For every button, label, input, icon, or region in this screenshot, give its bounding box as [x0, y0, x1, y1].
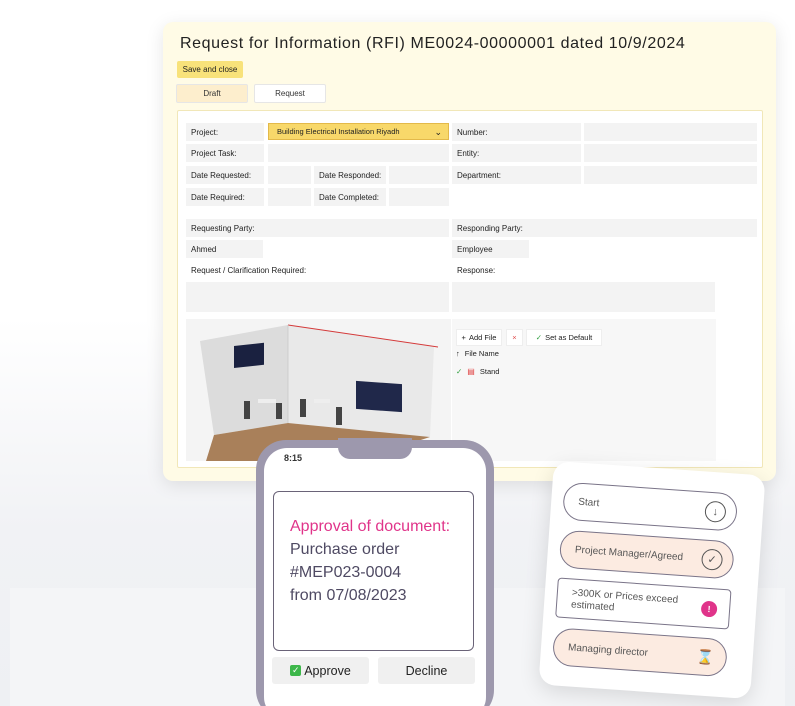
approval-message-card: Approval of document: Purchase order #ME…	[273, 491, 474, 651]
file-row[interactable]: ✓ ▤ Stand	[456, 367, 499, 376]
step-label: Project Manager/Agreed	[574, 544, 684, 563]
phone-mockup: 8:15 Approval of document: Purchase orde…	[256, 438, 494, 706]
date-requested-label: Date Requested:	[186, 166, 264, 184]
sort-arrow-icon: ↑	[456, 349, 460, 358]
workflow-step-project-manager[interactable]: Project Manager/Agreed ✓	[558, 529, 735, 580]
check-icon: ✓	[535, 333, 543, 342]
add-file-label: Add File	[468, 333, 497, 342]
response-textarea[interactable]	[452, 282, 715, 312]
save-and-close-button[interactable]: Save and close	[177, 61, 243, 78]
arrow-down-circle-icon: ↓	[704, 500, 727, 523]
project-task-field[interactable]	[268, 144, 449, 162]
department-label: Department:	[452, 166, 581, 184]
date-responded-label: Date Responded:	[314, 166, 386, 184]
workflow-step-managing-director[interactable]: Managing director ⌛	[551, 627, 729, 678]
date-required-field[interactable]	[268, 188, 311, 206]
phone-screen: 8:15 Approval of document: Purchase orde…	[264, 448, 486, 706]
approve-label: Approve	[304, 663, 351, 678]
project-select[interactable]: Building Electrical Installation Riyadh …	[268, 123, 449, 140]
file-name: Stand	[479, 367, 500, 376]
rfi-window: Request for Information (RFI) ME0024-000…	[163, 22, 776, 481]
response-label: Response:	[452, 261, 715, 279]
status-bar-time: 8:15	[284, 453, 303, 463]
file-name-header-label: File Name	[464, 349, 499, 358]
project-task-label: Project Task:	[186, 144, 264, 162]
project-select-value: Building Electrical Installation Riyadh	[277, 127, 400, 136]
files-panel: + Add File × ✓ Set as Default ↑ File Nam…	[452, 319, 716, 461]
date-completed-label: Date Completed:	[314, 188, 386, 206]
date-required-label: Date Required:	[186, 188, 264, 206]
workflow-step-start[interactable]: Start ↓	[561, 481, 739, 532]
step-label: Managing director	[567, 641, 649, 659]
check-icon: ✓	[290, 665, 302, 676]
loading-spinner-icon: ⌛	[696, 648, 715, 666]
plus-icon: +	[461, 333, 466, 342]
approval-line-3: from 07/08/2023	[290, 587, 407, 604]
set-default-label: Set as Default	[545, 333, 593, 342]
approval-line-2: #MEP023-0004	[290, 564, 402, 581]
step-label: Start	[577, 496, 600, 509]
step-label: >300K or Prices exceed estimated	[570, 587, 679, 614]
approval-line-1: Purchase order	[290, 541, 400, 558]
tab-draft[interactable]: Draft	[176, 84, 248, 103]
add-file-button[interactable]: + Add File	[456, 329, 502, 346]
tab-request[interactable]: Request	[254, 84, 326, 103]
workflow-card: Start ↓ Project Manager/Agreed ✓ >300K o…	[538, 460, 766, 700]
responding-party-field[interactable]: Employee	[452, 240, 529, 258]
entity-field[interactable]	[584, 144, 757, 162]
request-clarification-label: Request / Clarification Required:	[186, 261, 449, 279]
number-label: Number:	[452, 123, 581, 141]
approve-button[interactable]: ✓ Approve	[272, 657, 369, 684]
department-field[interactable]	[584, 166, 757, 184]
rfi-form: Project: Building Electrical Installatio…	[177, 110, 763, 468]
decline-button[interactable]: Decline	[378, 657, 475, 684]
chevron-down-icon: ⌄	[434, 127, 442, 137]
file-name-column-header[interactable]: ↑ File Name	[456, 349, 499, 358]
alert-icon: !	[700, 600, 718, 618]
workflow-step-condition[interactable]: >300K or Prices exceed estimated !	[555, 577, 732, 630]
request-clarification-textarea[interactable]	[186, 282, 449, 312]
pdf-file-icon: ▤	[467, 367, 475, 376]
close-icon: ×	[512, 333, 517, 342]
check-icon: ✓	[456, 367, 463, 376]
responding-party-label: Responding Party:	[452, 219, 757, 237]
set-as-default-button[interactable]: ✓ Set as Default	[526, 329, 602, 346]
date-responded-field[interactable]	[389, 166, 449, 184]
entity-label: Entity:	[452, 144, 581, 162]
number-field[interactable]	[584, 123, 757, 141]
requesting-party-field[interactable]: Ahmed	[186, 240, 263, 258]
phone-notch	[338, 438, 412, 459]
project-label: Project:	[186, 123, 264, 141]
remove-file-button[interactable]: ×	[506, 329, 523, 346]
approval-title: Approval of document:	[290, 518, 451, 535]
date-completed-field[interactable]	[389, 188, 449, 206]
page-title: Request for Information (RFI) ME0024-000…	[180, 35, 686, 52]
date-requested-field[interactable]	[268, 166, 311, 184]
requesting-party-label: Requesting Party:	[186, 219, 449, 237]
check-circle-icon: ✓	[700, 548, 724, 571]
